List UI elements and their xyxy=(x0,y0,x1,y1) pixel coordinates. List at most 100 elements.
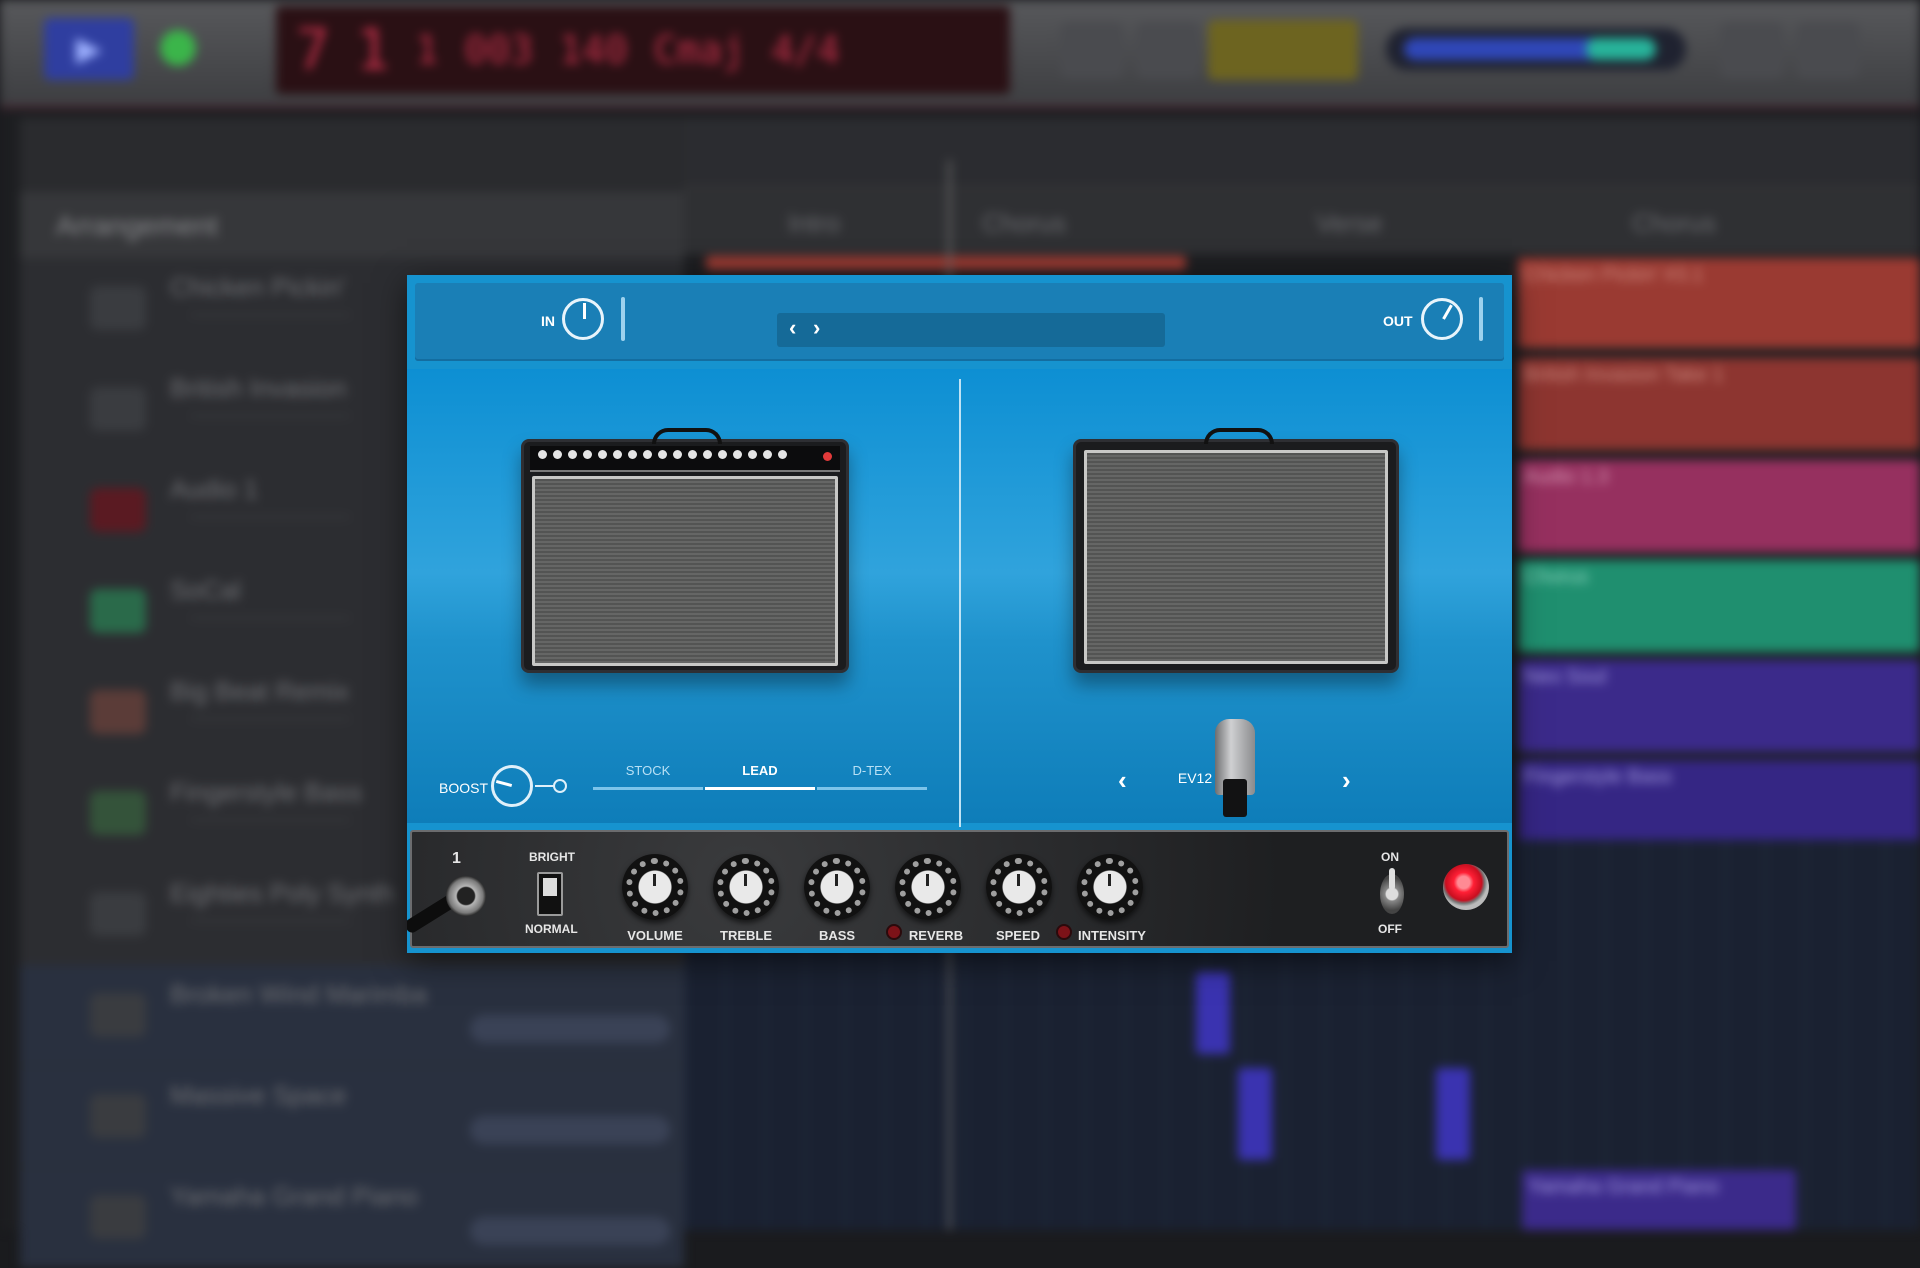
region[interactable] xyxy=(706,256,1186,270)
region[interactable]: Fingerstyle Bass xyxy=(1518,760,1920,850)
track-row[interactable]: Broken Wind Marimba xyxy=(20,965,684,1066)
volume-slider[interactable] xyxy=(470,1015,670,1043)
power-indicator-light xyxy=(1443,864,1489,910)
track-icon xyxy=(90,488,146,532)
chevron-left-icon[interactable]: ‹ xyxy=(1118,765,1127,796)
on-label: ON xyxy=(1381,850,1399,864)
cycle-icon[interactable] xyxy=(1060,22,1124,78)
speed-led xyxy=(1056,924,1072,940)
input-label: IN xyxy=(541,313,555,329)
reverb-knob[interactable] xyxy=(895,854,961,920)
power-toggle-switch[interactable] xyxy=(1380,868,1404,914)
region-label: British Invasion Take 1 xyxy=(1524,364,1724,386)
off-label: OFF xyxy=(1378,922,1402,936)
track-name: Fingerstyle Bass xyxy=(170,777,363,807)
intensity-label: INTENSITY xyxy=(1078,928,1146,943)
marker[interactable]: Intro xyxy=(788,208,840,239)
chevron-right-icon[interactable]: › xyxy=(1342,765,1351,796)
track-icon xyxy=(90,286,146,330)
lcd-bars: 7 xyxy=(296,17,330,83)
pencil-icon[interactable] xyxy=(1136,22,1200,78)
chevron-right-icon[interactable]: › xyxy=(813,315,820,341)
loop-browser-icon[interactable] xyxy=(1796,22,1860,78)
lcd-display: 7 1 1 003 140 Cmaj 4/4 xyxy=(276,6,1010,94)
timeline-ruler[interactable] xyxy=(684,118,1920,188)
notepad-icon[interactable] xyxy=(1720,22,1784,78)
track-name: Eighties Poly Synth xyxy=(170,878,395,908)
boost-switch[interactable] xyxy=(553,779,567,793)
region[interactable]: Audio 1.3 xyxy=(1518,460,1920,552)
track-header-bar xyxy=(20,118,684,192)
record-button[interactable] xyxy=(160,30,196,66)
volume-slider[interactable] xyxy=(470,1116,670,1144)
output-label: OUT xyxy=(1383,313,1413,329)
mode-lead[interactable]: LEAD xyxy=(705,763,815,778)
arrangement-label: Arrangement xyxy=(56,210,218,241)
chevron-left-icon[interactable]: ‹ xyxy=(789,315,796,341)
count-in-button[interactable] xyxy=(1208,20,1358,80)
amp-control-panel xyxy=(530,446,840,472)
track-name: Massive Space xyxy=(170,1080,347,1110)
mode-stock[interactable]: STOCK xyxy=(593,763,703,778)
track-icon xyxy=(90,1094,146,1138)
mode-selector: STOCK LEAD D-TEX xyxy=(593,763,927,793)
cabinet-name: EV12 xyxy=(1177,770,1213,786)
track-icon xyxy=(90,589,146,633)
bright-switch[interactable] xyxy=(537,872,563,916)
lcd-key: Cmaj xyxy=(653,28,746,72)
region[interactable]: British Invasion Take 1 xyxy=(1518,358,1920,450)
region[interactable]: Yamaha Grand Piano xyxy=(1522,1170,1796,1230)
note-region[interactable] xyxy=(1196,972,1230,1054)
marker[interactable]: Chorus xyxy=(982,208,1066,239)
speed-knob[interactable] xyxy=(986,854,1052,920)
track-icon xyxy=(90,690,146,734)
track-row[interactable]: Yamaha Grand Piano xyxy=(20,1167,684,1268)
marker[interactable]: Verse xyxy=(1316,208,1383,239)
panel-divider xyxy=(959,379,961,827)
region-label: Fingerstyle Bass xyxy=(1524,766,1672,788)
treble-knob[interactable] xyxy=(713,854,779,920)
treble-label: TREBLE xyxy=(720,928,772,943)
input-number: 1 xyxy=(452,850,461,867)
amp-controls: 1 BRIGHT NORMAL VOLUME TREBLE BASS REVER… xyxy=(407,830,1509,948)
volume-label: VOLUME xyxy=(627,928,683,943)
note-region[interactable] xyxy=(1238,1068,1272,1160)
amp-handle xyxy=(652,428,722,444)
bass-label: BASS xyxy=(818,928,856,943)
intensity-knob[interactable] xyxy=(1077,854,1143,920)
lcd-beats: 1 xyxy=(355,17,390,83)
plugin-header: IN ‹ › OUT xyxy=(415,283,1504,361)
track-name: Audio 1 xyxy=(170,474,259,504)
boost-label: BOOST xyxy=(439,780,489,796)
track-name: Yamaha Grand Piano xyxy=(170,1181,419,1211)
arrangement-track: Arrangement xyxy=(20,192,684,258)
region[interactable]: Chicken Pickin' #3.1 xyxy=(1518,258,1920,348)
volume-knob[interactable] xyxy=(622,854,688,920)
region-label: Audio 1.3 xyxy=(1524,466,1609,488)
bass-knob[interactable] xyxy=(804,854,870,920)
note-region[interactable] xyxy=(1436,1068,1470,1160)
amp-grille xyxy=(532,476,838,666)
control-bar: ▶ 7 1 1 003 140 Cmaj 4/4 xyxy=(0,0,1920,108)
input-jack xyxy=(446,876,486,916)
track-row[interactable]: Massive Space xyxy=(20,1066,684,1167)
mode-dtex[interactable]: D-TEX xyxy=(817,763,927,778)
normal-label: NORMAL xyxy=(525,922,578,936)
region-label: Neo Soul xyxy=(1524,666,1607,688)
master-volume-meter[interactable] xyxy=(1386,28,1686,70)
play-button[interactable]: ▶ xyxy=(44,18,134,80)
volume-slider[interactable] xyxy=(470,1217,670,1245)
boost-knob[interactable] xyxy=(491,765,533,807)
amplifier-model[interactable] xyxy=(521,428,849,673)
cabinet-model[interactable] xyxy=(1073,428,1399,673)
region-label: Chicken Pickin' #3.1 xyxy=(1524,264,1704,286)
preset-selector[interactable]: ‹ › xyxy=(777,313,1165,347)
output-gain-knob[interactable] xyxy=(1421,298,1463,340)
region[interactable]: Neo Soul xyxy=(1518,660,1920,752)
output-level-meter xyxy=(1479,297,1483,341)
region[interactable]: Chorus xyxy=(1518,560,1920,652)
track-icon xyxy=(90,791,146,835)
marker[interactable]: Chorus xyxy=(1632,208,1716,239)
input-gain-knob[interactable] xyxy=(562,298,604,340)
region-label: Yamaha Grand Piano xyxy=(1528,1176,1719,1198)
